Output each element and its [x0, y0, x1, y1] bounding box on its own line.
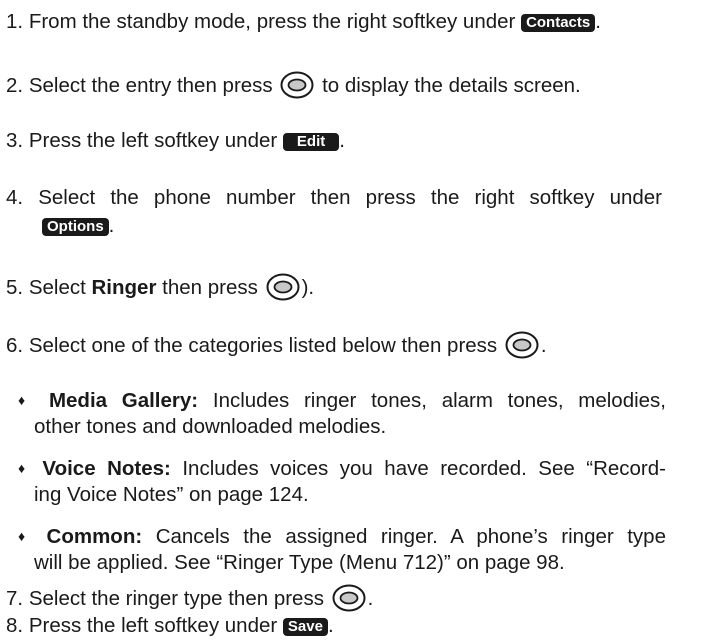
bullet-text: will be applied. See “Ringer Type (Menu … [34, 551, 565, 574]
edit-softkey-label: Edit [282, 133, 340, 151]
diamond-bullet-icon: ♦ [18, 528, 33, 544]
diamond-bullet-icon: ♦ [18, 392, 35, 408]
ok-key-icon [280, 71, 314, 99]
punct: . [108, 214, 115, 237]
punct: . [595, 10, 601, 33]
step-number: 2. [6, 74, 24, 97]
ok-key-icon [266, 273, 300, 301]
step-text: Select the phone number then press the r… [38, 186, 663, 209]
bullet-label: Common: [46, 525, 143, 548]
step-number: 4. [6, 186, 24, 209]
step-7: 7. Select the ringer type then press . [6, 584, 373, 612]
step-text: From the standby mode, press the right s… [28, 10, 516, 33]
ringer-term: Ringer [91, 276, 157, 299]
step-1: 1. From the standby mode, press the righ… [6, 10, 601, 34]
step-number: 6. [6, 334, 24, 357]
step-5: 5. Select Ringer then press ). [6, 273, 314, 301]
bullet-common: ♦ Common: Cancels the assigned ringer. A… [18, 524, 666, 549]
step-number: 5. [6, 276, 24, 299]
diamond-bullet-icon: ♦ [18, 460, 31, 476]
punct: . [540, 334, 547, 357]
punct: . [367, 587, 374, 610]
bullet-common-line-2: will be applied. See “Ringer Type (Menu … [34, 551, 565, 575]
step-text: Select one of the categories listed belo… [28, 334, 498, 357]
bullet-label: Media Gallery: [48, 389, 199, 412]
step-number: 1. [6, 10, 24, 33]
bullet-text: ing Voice Notes” on page 124. [34, 483, 309, 506]
step-3: 3. Press the left softkey under Edit. [6, 129, 345, 153]
step-text: Select the entry then press [28, 74, 273, 97]
bullet-voice-notes-line-2: ing Voice Notes” on page 124. [34, 483, 309, 507]
step-number: 8. [6, 614, 24, 637]
ok-key-icon [505, 331, 539, 359]
step-text-after: to display the details screen. [322, 74, 581, 97]
ok-key-icon [332, 584, 366, 612]
step-number: 3. [6, 129, 24, 152]
punct: . [327, 614, 334, 637]
bullet-media-gallery: ♦ Media Gallery: Includes ringer tones, … [18, 388, 666, 413]
step-number: 7. [6, 587, 24, 610]
step-text-after: then press [162, 276, 258, 299]
punct: . [339, 129, 345, 152]
step-text: Select [28, 276, 86, 299]
step-4: 4. Select the phone number then press th… [6, 186, 662, 210]
bullet-text: Cancels the assigned ringer. A phone’s r… [155, 525, 666, 548]
options-softkey-label: Options [42, 218, 109, 236]
step-text: Press the left softkey under [28, 129, 278, 152]
step-4-line-1: 4. Select the phone number then press th… [6, 186, 662, 210]
manual-page: 1. From the standby mode, press the righ… [0, 0, 706, 640]
step-6: 6. Select one of the categories listed b… [6, 331, 547, 359]
bullet-line-1: ♦ Media Gallery: Includes ringer tones, … [18, 388, 666, 413]
bullet-text: Includes voices you have recorded. See “… [182, 457, 666, 480]
bullet-line-1: ♦ Voice Notes: Includes voices you have … [18, 456, 666, 481]
contacts-softkey-label: Contacts [521, 14, 596, 32]
step-4-line-2: Options. [42, 214, 114, 238]
bullet-media-gallery-line-2: other tones and downloaded melodies. [34, 415, 386, 439]
bullet-text: Includes ringer tones, alarm tones, melo… [212, 389, 667, 412]
step-8: 8. Press the left softkey under Save. [6, 614, 334, 638]
bullet-label: Voice Notes: [42, 457, 171, 480]
bullet-text: other tones and downloaded melodies. [34, 415, 387, 438]
bullet-line-1: ♦ Common: Cancels the assigned ringer. A… [18, 524, 666, 549]
bullet-voice-notes: ♦ Voice Notes: Includes voices you have … [18, 456, 666, 481]
step-text: Press the left softkey under [28, 614, 278, 637]
step-text: Select the ringer type then press [28, 587, 324, 610]
step-2: 2. Select the entry then press to displa… [6, 71, 581, 99]
save-softkey-label: Save [282, 618, 328, 636]
punct: ). [301, 276, 315, 299]
